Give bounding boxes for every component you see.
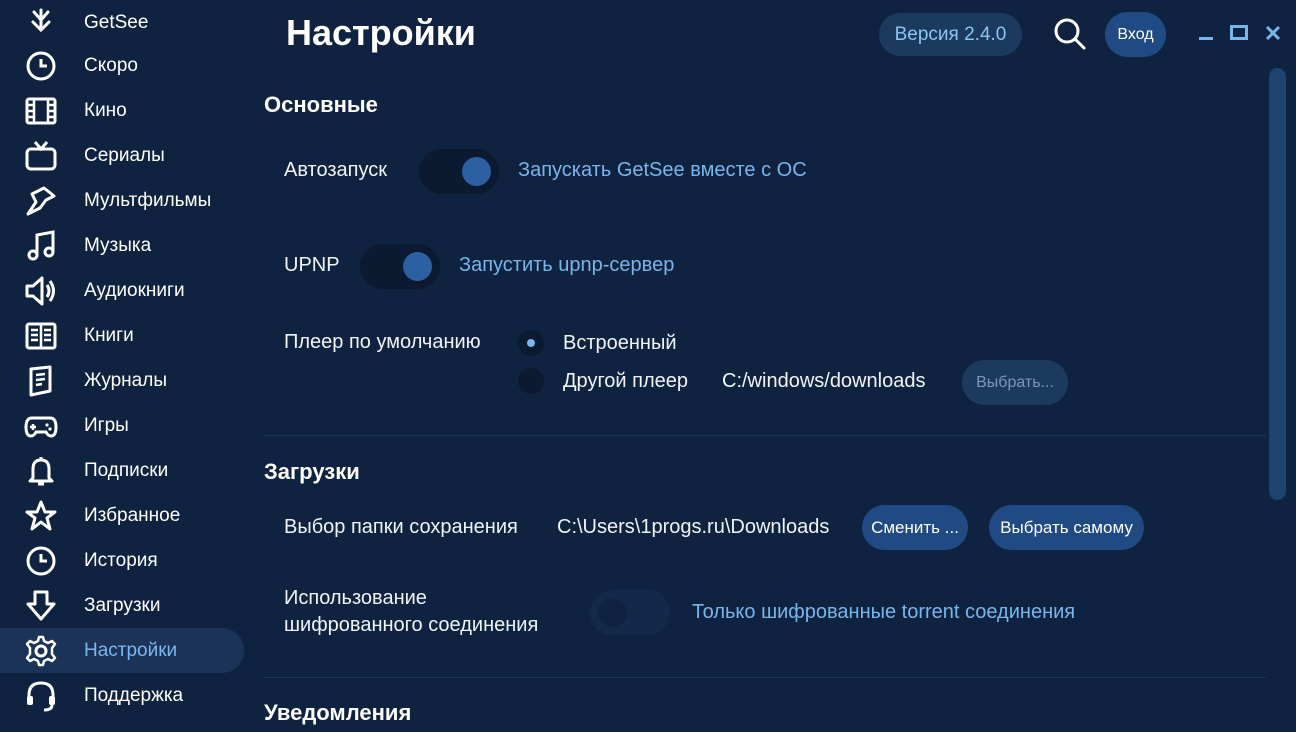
upnp-toggle[interactable] bbox=[360, 244, 440, 289]
sidebar-item-label: Журналы bbox=[84, 369, 167, 391]
sidebar-item-label: Поддержка bbox=[84, 684, 184, 706]
section-divider bbox=[264, 435, 1266, 436]
autostart-label: Автозапуск bbox=[284, 159, 388, 181]
getsee-logo-icon bbox=[22, 4, 60, 42]
tv-icon bbox=[22, 137, 60, 175]
builtin-player-label: Встроенный bbox=[563, 332, 677, 354]
radio-other-player[interactable] bbox=[518, 368, 544, 394]
encryption-label-line2: шифрованного соединения bbox=[284, 614, 539, 636]
section-divider bbox=[264, 677, 1266, 678]
sidebar-item-label: Сериалы bbox=[84, 144, 165, 166]
radio-builtin-player[interactable] bbox=[518, 330, 544, 356]
magazine-icon bbox=[22, 362, 60, 400]
save-folder-path: C:\Users\1progs.ru\Downloads bbox=[557, 516, 830, 538]
sidebar-item-series[interactable]: Сериалы bbox=[0, 133, 244, 178]
speaker-icon bbox=[22, 272, 60, 310]
sidebar-item-movies[interactable]: Кино bbox=[0, 88, 244, 133]
sidebar-item-soon[interactable]: Скоро bbox=[0, 43, 244, 88]
sidebar-item-label: Кино bbox=[84, 99, 127, 121]
sidebar-item-label: Музыка bbox=[84, 234, 152, 256]
login-button[interactable]: Вход bbox=[1105, 12, 1166, 57]
radio-selected-dot bbox=[527, 339, 535, 347]
sidebar-item-label: История bbox=[84, 549, 158, 571]
sidebar-item-label: Загрузки bbox=[84, 594, 161, 616]
scrollbar-thumb[interactable] bbox=[1269, 68, 1286, 500]
sidebar-item-history[interactable]: История bbox=[0, 538, 244, 583]
minimize-icon bbox=[1199, 37, 1213, 40]
sidebar-item-favorites[interactable]: Избранное bbox=[0, 493, 244, 538]
maximize-icon bbox=[1230, 25, 1248, 40]
sidebar-item-subscriptions[interactable]: Подписки bbox=[0, 448, 244, 493]
sidebar-item-label: Избранное bbox=[84, 504, 181, 526]
player-path: C:/windows/downloads bbox=[722, 370, 926, 392]
sidebar-item-books[interactable]: Книги bbox=[0, 313, 244, 358]
encryption-toggle[interactable] bbox=[590, 590, 670, 635]
sidebar-item-downloads[interactable]: Загрузки bbox=[0, 583, 244, 628]
section-title-main: Основные bbox=[264, 92, 378, 117]
toggle-knob bbox=[598, 598, 627, 627]
maximize-button[interactable] bbox=[1226, 20, 1252, 46]
section-title-notifications: Уведомления bbox=[264, 700, 412, 725]
save-folder-label: Выбор папки сохранения bbox=[284, 516, 518, 538]
film-icon bbox=[22, 92, 60, 130]
sidebar-item-label: Подписки bbox=[84, 459, 169, 481]
sidebar-item-magazines[interactable]: Журналы bbox=[0, 358, 244, 403]
close-button[interactable] bbox=[1260, 20, 1286, 46]
history-clock-icon bbox=[22, 542, 60, 580]
page-title: Настройки bbox=[286, 12, 476, 53]
clock-icon bbox=[22, 47, 60, 85]
sidebar-item-music[interactable]: Музыка bbox=[0, 223, 244, 268]
sidebar-item-settings[interactable]: Настройки bbox=[0, 628, 244, 673]
autostart-toggle[interactable] bbox=[419, 149, 499, 194]
search-button[interactable] bbox=[1050, 14, 1090, 54]
bell-icon bbox=[22, 452, 60, 490]
star-icon bbox=[22, 497, 60, 535]
default-player-label: Плеер по умолчанию bbox=[284, 331, 481, 353]
sidebar: GetSee Скоро Кино Сериалы Мультфильмы Му… bbox=[0, 0, 250, 732]
encryption-link[interactable]: Только шифрованные torrent соединения bbox=[692, 601, 1075, 624]
search-icon bbox=[1054, 18, 1086, 50]
upnp-link[interactable]: Запустить upnp-сервер bbox=[459, 254, 674, 277]
other-player-label: Другой плеер bbox=[563, 370, 689, 392]
autostart-link[interactable]: Запускать GetSee вместе с ОС bbox=[518, 159, 807, 182]
sidebar-item-cartoons[interactable]: Мультфильмы bbox=[0, 178, 244, 223]
sidebar-item-label: Настройки bbox=[84, 639, 178, 661]
section-title-downloads: Загрузки bbox=[264, 459, 360, 484]
change-folder-button[interactable]: Сменить ... bbox=[862, 505, 968, 550]
choose-folder-button[interactable]: Выбрать самому bbox=[989, 505, 1144, 550]
sidebar-item-games[interactable]: Игры bbox=[0, 403, 244, 448]
gamepad-icon bbox=[22, 407, 60, 445]
book-icon bbox=[22, 317, 60, 355]
music-note-icon bbox=[22, 227, 60, 265]
download-arrow-icon bbox=[22, 587, 60, 625]
close-icon bbox=[1265, 25, 1281, 41]
sidebar-item-audiobooks[interactable]: Аудиокниги bbox=[0, 268, 244, 313]
upnp-label: UPNP bbox=[284, 254, 340, 276]
headset-icon bbox=[22, 677, 60, 715]
sidebar-item-label: GetSee bbox=[84, 11, 149, 33]
sidebar-item-getsee[interactable]: GetSee bbox=[0, 0, 244, 45]
sidebar-item-label: Скоро bbox=[84, 54, 138, 76]
choose-player-button[interactable]: Выбрать... bbox=[962, 360, 1068, 405]
sidebar-item-support[interactable]: Поддержка bbox=[0, 673, 244, 718]
cartoon-icon bbox=[22, 182, 60, 220]
sidebar-item-label: Игры bbox=[84, 414, 129, 436]
gear-icon bbox=[22, 632, 60, 670]
version-badge: Версия 2.4.0 bbox=[879, 13, 1022, 56]
sidebar-item-label: Мультфильмы bbox=[84, 189, 212, 211]
toggle-knob bbox=[403, 252, 432, 281]
encryption-label-line1: Использование bbox=[284, 587, 427, 609]
sidebar-item-label: Книги bbox=[84, 324, 134, 346]
sidebar-item-label: Аудиокниги bbox=[84, 279, 185, 301]
toggle-knob bbox=[462, 157, 491, 186]
minimize-button[interactable] bbox=[1193, 20, 1219, 46]
